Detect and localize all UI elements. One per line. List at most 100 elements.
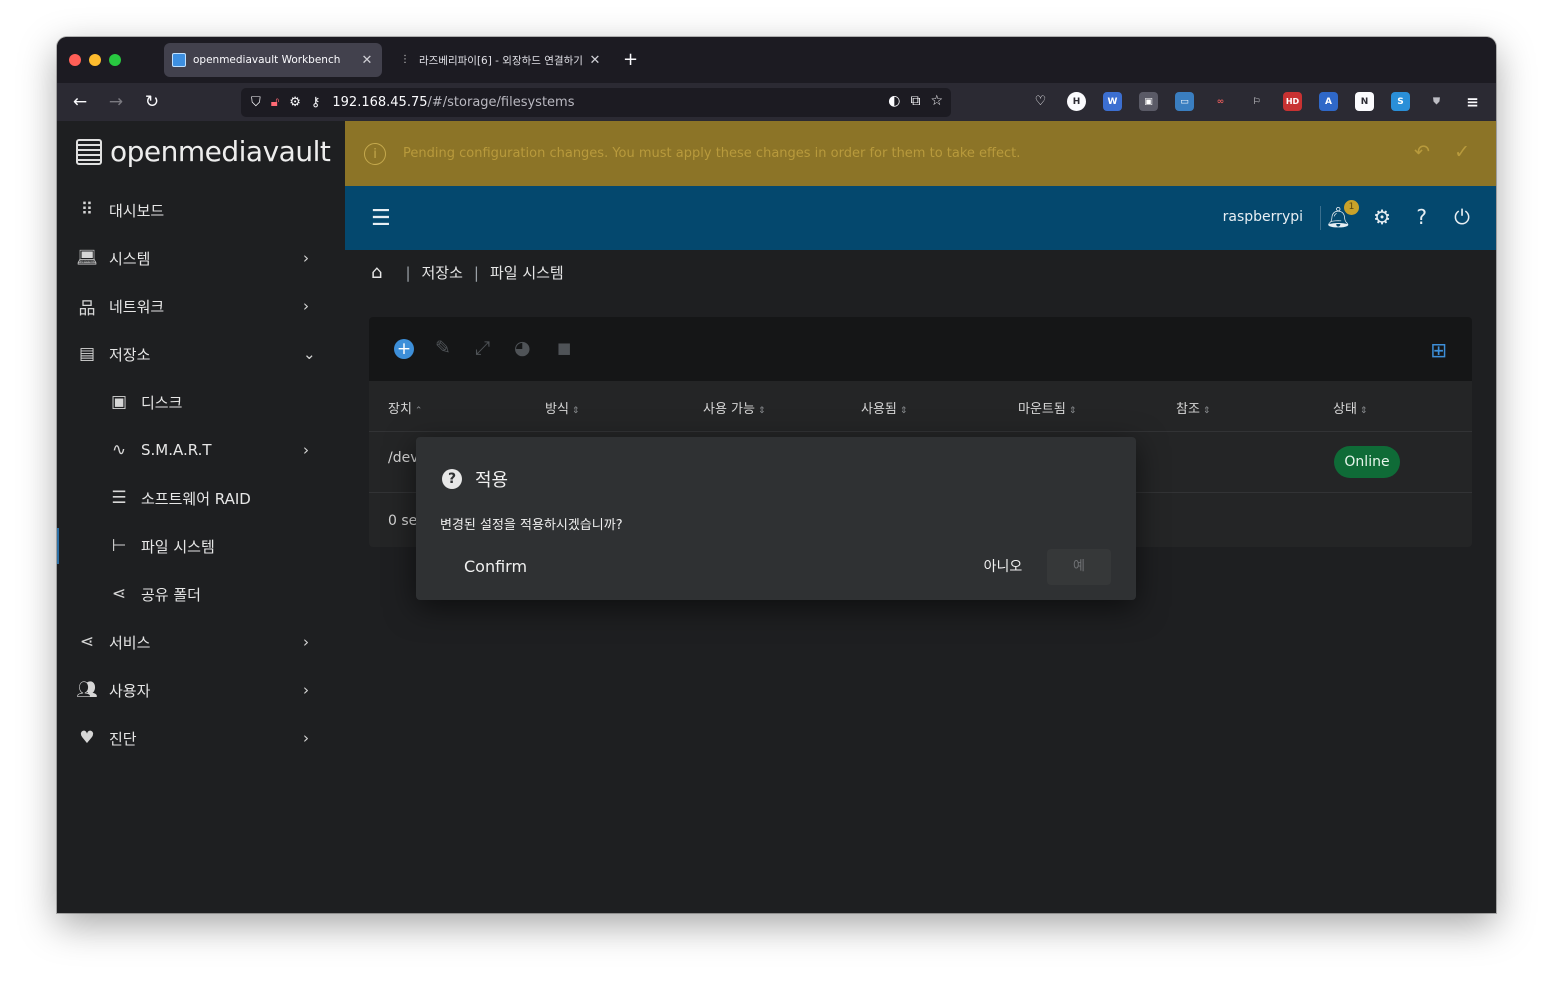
column-header-referenced[interactable]: 참조 ⇕ [1176,398,1210,417]
question-icon: ? [442,469,462,489]
gear-icon[interactable]: ⚙ [1373,205,1391,229]
heartbeat-icon: ♥ [79,728,95,748]
edit-pencil-icon[interactable]: ✎ [435,337,451,359]
users-icon: 👥︎ [76,680,98,700]
shield-icon[interactable]: ⛉ [251,95,261,110]
translate-extension-icon[interactable]: A [1319,92,1338,111]
home-icon[interactable]: ⌂ [371,262,382,283]
column-header-status[interactable]: 상태 ⇕ [1333,398,1367,417]
bookmark-star-icon[interactable]: ☆ [930,93,943,109]
breadcrumb-separator: | [405,263,411,282]
resize-icon[interactable]: ⤢ [475,337,490,359]
table-toolbar: + ✎ ⤢ ◕ ■ ⊞ [369,317,1472,381]
sidebar-item-storage[interactable]: ▤ 저장소 ⌄ [57,330,345,378]
close-window-button[interactable] [69,54,81,66]
sidebar-item-network[interactable]: 品 네트워크 › [57,282,345,330]
dialog-title: ? 적용 [442,466,508,492]
key-icon[interactable]: ⚷ [311,95,321,110]
tab-close-icon[interactable]: ✕ [588,53,602,68]
quota-pie-icon[interactable]: ◕ [514,337,531,359]
sidebar-item-label: 네트워크 [109,297,165,316]
shield-extension-icon[interactable]: ⛊ [1427,92,1446,111]
column-toggle-icon[interactable]: ⊞ [1430,338,1447,362]
breadcrumb-storage[interactable]: 저장소 [422,262,463,283]
insecure-lock-icon[interactable]: 🔓︎ [271,95,279,110]
sidebar-item-system[interactable]: 💻︎ 시스템 › [57,234,345,282]
sidebar-item-dashboard[interactable]: ⠿ 대시보드 [57,186,345,234]
column-header-device[interactable]: 장치 ⌃ [388,398,422,417]
word-extension-icon[interactable]: W [1103,92,1122,111]
h-extension-icon[interactable]: H [1067,92,1086,111]
breadcrumb: ⌂ | 저장소 | 파일 시스템 [371,262,564,283]
column-header-available[interactable]: 사용 가능 ⇕ [703,398,766,417]
screenshot-extension-icon[interactable]: ▭ [1175,92,1194,111]
sidebar-item-shared-folders[interactable]: ⋖ 공유 폴더 [57,570,345,618]
browser-window: openmediavault Workbench ✕ ⋮ 라즈베리파이[6] -… [57,37,1496,913]
top-toolbar: ☰ raspberrypi 🔔︎ 1 ⚙ ? ⏻ [345,186,1496,250]
tab-blog[interactable]: ⋮ 라즈베리파이[6] - 외장하드 연결하기 ✕ [390,43,610,77]
pocket-icon[interactable]: ♡ [1031,92,1050,111]
status-badge: Online [1334,446,1400,478]
banner-message: Pending configuration changes. You must … [403,146,1021,161]
pulse-icon: ∿ [111,440,127,460]
sidebar-item-label: 소프트웨어 RAID [141,489,251,508]
confirm-checkbox-label[interactable]: Confirm [464,557,527,576]
browser-menu-icon[interactable]: ≡ [1463,92,1482,111]
disk-icon: ▣ [110,392,128,412]
tab-openmediavault[interactable]: openmediavault Workbench ✕ [164,43,382,77]
help-icon[interactable]: ? [1416,205,1427,229]
sidebar-item-label: 서비스 [109,633,151,652]
sidebar-item-services[interactable]: ⋖ 서비스 › [57,618,345,666]
sidebar-item-label: 디스크 [141,393,183,412]
minimize-window-button[interactable] [89,54,101,66]
sidebar-item-label: 시스템 [109,249,151,268]
apply-check-icon[interactable]: ✓ [1454,141,1470,163]
url-bar[interactable]: ⛉ 🔓︎ ⚙︎ ⚷ 192.168.45.75/#/storage/filesy… [241,88,951,117]
omv-logo-icon [76,138,102,165]
sidebar-item-label: 공유 폴더 [141,585,201,604]
maximize-window-button[interactable] [109,54,121,66]
power-icon[interactable]: ⏻ [1454,205,1470,229]
network-icon: 品 [78,298,96,319]
tab-close-icon[interactable]: ✕ [360,53,374,68]
yes-button[interactable]: 예 [1047,549,1111,585]
back-arrow-icon[interactable]: ← [70,92,90,112]
sidebar-item-filesystems[interactable]: ⊢ 파일 시스템 [57,522,345,570]
chevron-right-icon: › [303,681,309,699]
sidebar-item-disks[interactable]: ▣ 디스크 [57,378,345,426]
sidebar-item-diagnostics[interactable]: ♥ 진단 › [57,714,345,762]
add-icon[interactable]: + [394,339,414,359]
translate-icon[interactable]: ⧉ [910,93,920,109]
sidebar-item-label: 사용자 [109,681,151,700]
search-extension-icon[interactable]: ⚐ [1247,92,1266,111]
column-header-mounted[interactable]: 마운트됨 ⇕ [1018,398,1076,417]
sidebar-item-smart[interactable]: ∿ S.M.A.R.T › [57,426,345,474]
sidebar-item-software-raid[interactable]: ☰ 소프트웨어 RAID [57,474,345,522]
sidebar-item-users[interactable]: 👥︎ 사용자 › [57,666,345,714]
reload-icon[interactable]: ↻ [142,92,162,112]
sidebar-menu: ⠿ 대시보드 💻︎ 시스템 › 品 네트워크 › ▤ 저장소 ⌄ ▣ 디스크 ∿… [57,186,345,762]
privacy-extension-icon[interactable]: ▣ [1139,92,1158,111]
hostname: raspberrypi [1222,209,1303,225]
undo-icon[interactable]: ↶ [1414,141,1430,163]
brand[interactable]: openmediavault [76,135,331,168]
s-extension-icon[interactable]: S [1391,92,1410,111]
new-tab-button[interactable]: + [623,49,638,70]
column-header-used[interactable]: 사용됨 ⇕ [861,398,907,417]
blog-favicon-icon: ⋮ [400,54,410,65]
glasses-extension-icon[interactable]: ∞ [1211,92,1230,111]
sidebar-item-label: 대시보드 [109,201,165,220]
share-icon: ⋖ [111,584,127,604]
notion-icon[interactable]: N [1355,92,1374,111]
url-text[interactable]: 192.168.45.75/#/storage/filesystems [332,95,574,110]
grid-icon: ⠿ [80,200,94,220]
forward-arrow-icon[interactable]: → [106,92,126,112]
permissions-icon[interactable]: ⚙︎ [289,95,301,110]
hd-extension-icon[interactable]: HD [1283,92,1302,111]
no-button[interactable]: 아니오 [968,549,1038,585]
stop-square-icon[interactable]: ■ [557,339,571,357]
column-header-type[interactable]: 방식 ⇕ [545,398,579,417]
reader-mode-icon[interactable]: ◐ [888,93,900,109]
menu-toggle-icon[interactable]: ☰ [371,206,391,231]
omv-favicon-icon [172,53,186,67]
